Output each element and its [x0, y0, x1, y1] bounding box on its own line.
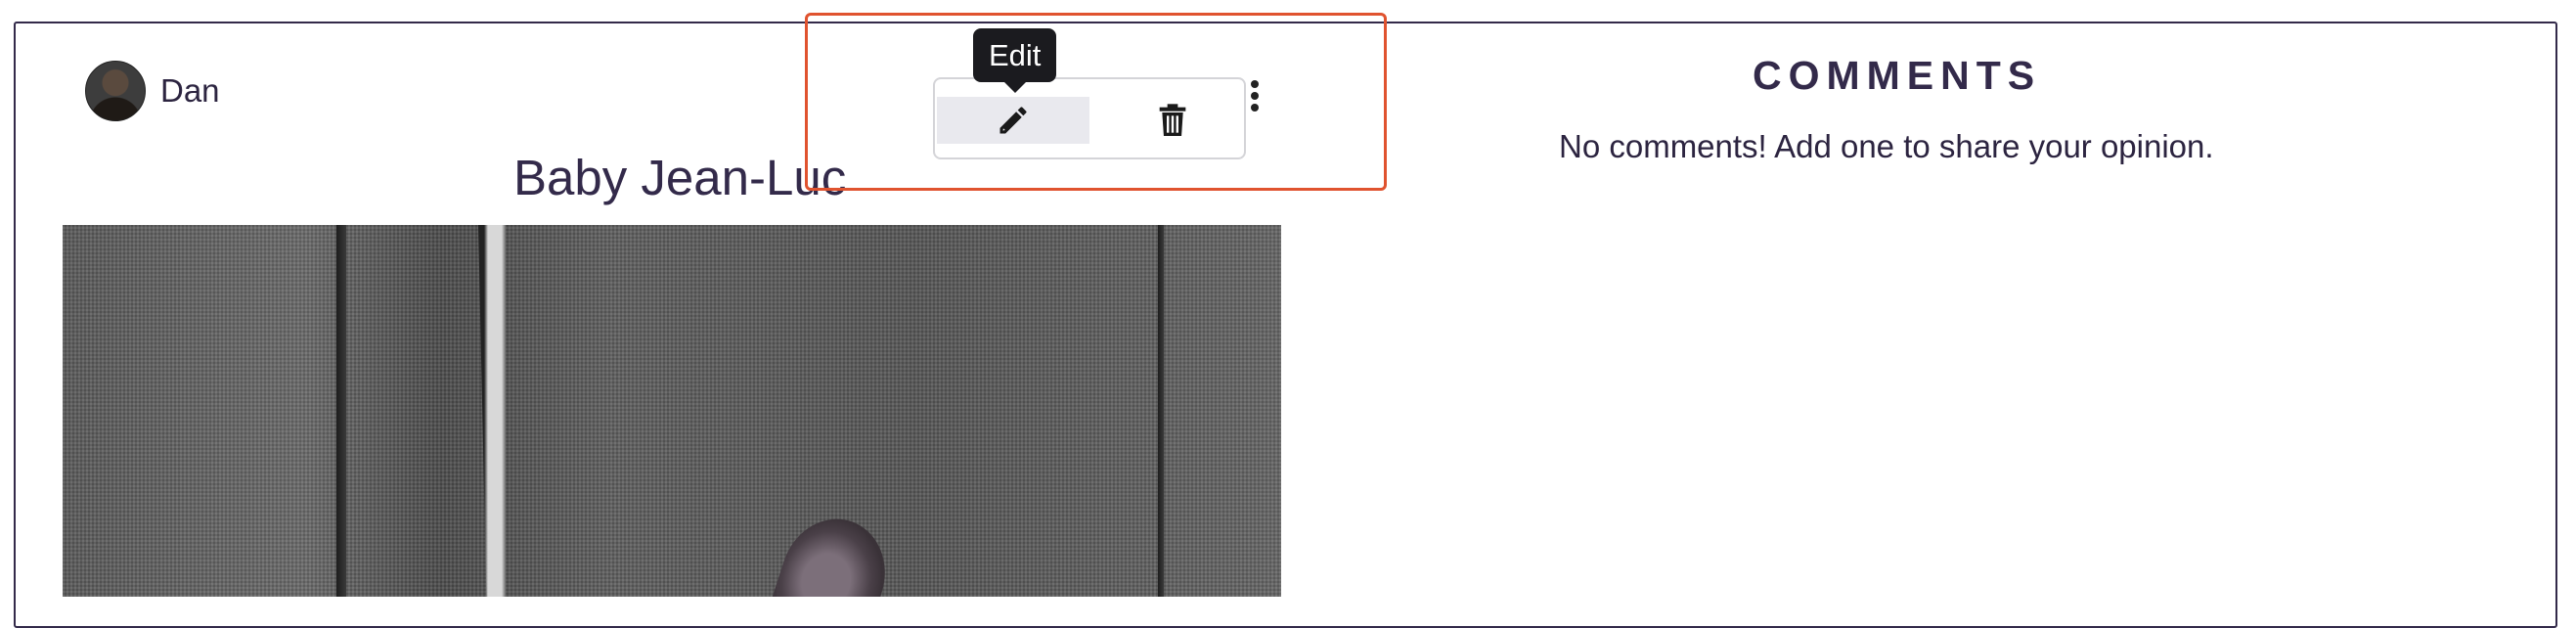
pencil-icon: [999, 107, 1027, 134]
comments-heading: COMMENTS: [1753, 53, 2042, 98]
avatar[interactable]: [85, 61, 146, 121]
edit-button[interactable]: [937, 97, 1089, 144]
post-author[interactable]: Dan: [85, 61, 220, 121]
delete-button[interactable]: [1111, 97, 1234, 144]
kebab-menu-icon[interactable]: [1249, 80, 1261, 112]
post-image: [63, 225, 1281, 597]
comments-empty-message: No comments! Add one to share your opini…: [1559, 128, 2214, 164]
edit-tooltip: Edit: [973, 28, 1057, 93]
trash-icon: [1159, 104, 1186, 136]
post-actions-toolbar: [933, 77, 1246, 159]
author-name[interactable]: Dan: [160, 72, 220, 110]
post-title: Baby Jean-Luc: [513, 150, 847, 205]
